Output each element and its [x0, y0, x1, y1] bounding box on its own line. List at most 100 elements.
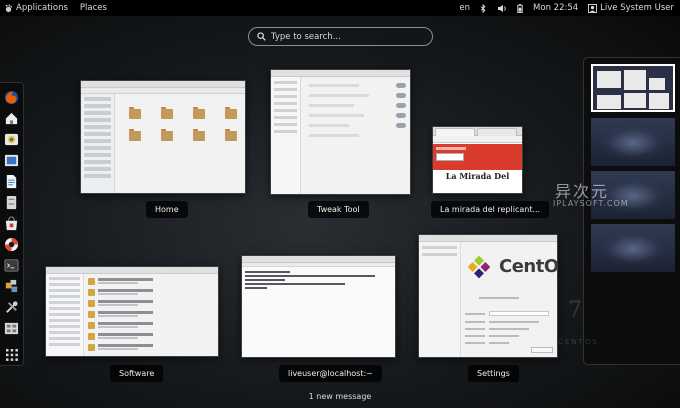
- browser-tabs: [433, 127, 522, 136]
- tools-icon: [6, 300, 18, 313]
- toggle-switch: [396, 93, 406, 98]
- folder-icon: [193, 107, 205, 119]
- dash-terminal[interactable]: [4, 257, 20, 273]
- caption-tweak-tool[interactable]: Tweak Tool: [308, 201, 369, 218]
- firefox-icon: [4, 90, 19, 104]
- bluetooth-icon: [480, 3, 486, 13]
- grid-apps-icon: [4, 322, 19, 334]
- caption-terminal[interactable]: liveuser@localhost:~: [279, 365, 382, 382]
- window-home[interactable]: [80, 80, 246, 194]
- mail-icon: [4, 133, 19, 145]
- list-item: [88, 299, 214, 308]
- folder-icon: [161, 129, 173, 141]
- window-firefox[interactable]: La Mirada Del: [432, 126, 523, 194]
- music-icon: [4, 154, 19, 166]
- folder-icon: [129, 107, 141, 119]
- software-sidebar: [46, 274, 84, 356]
- search-icon: [257, 32, 266, 41]
- volume-icon: [498, 4, 506, 12]
- check-updates-button: [531, 347, 553, 353]
- clock-label: Mon 22:54: [533, 3, 579, 13]
- dash-firefox[interactable]: [4, 89, 20, 105]
- folder-icon: [129, 129, 141, 141]
- show-apps-icon: [5, 349, 18, 361]
- toggle-switch: [396, 123, 406, 128]
- list-item: [88, 343, 214, 352]
- centos-wordmark: CentOS: [499, 256, 558, 277]
- dash-evolution[interactable]: [4, 131, 20, 147]
- dash-install[interactable]: [4, 278, 20, 294]
- window-tweak-tool[interactable]: [270, 69, 411, 195]
- places-menu[interactable]: Places: [80, 3, 107, 13]
- language-indicator[interactable]: en: [459, 3, 470, 13]
- volume-indicator[interactable]: [497, 4, 507, 13]
- window-settings[interactable]: CentOS: [418, 234, 558, 358]
- dash: [0, 82, 24, 366]
- workspace-2[interactable]: [591, 118, 675, 166]
- workspace-switcher: [583, 57, 680, 365]
- show-applications-button[interactable]: [4, 347, 20, 363]
- bluetooth-indicator[interactable]: [480, 3, 487, 13]
- toggle-switch: [396, 83, 406, 88]
- folder-icon: [193, 129, 205, 141]
- tweak-sidebar: [271, 77, 301, 194]
- terminal-icon: [4, 259, 19, 271]
- workspace-1[interactable]: [591, 64, 675, 112]
- user-icon: [588, 3, 598, 13]
- caption-firefox[interactable]: La mirada del replicant...: [431, 201, 550, 218]
- list-item: [88, 288, 214, 297]
- search-input[interactable]: [271, 31, 421, 42]
- dash-rhythmbox[interactable]: [4, 152, 20, 168]
- dash-writer[interactable]: [4, 173, 20, 189]
- caption-software[interactable]: Software: [110, 365, 164, 382]
- battery-icon: [517, 3, 523, 13]
- caption-home[interactable]: Home: [146, 201, 188, 218]
- window-software[interactable]: [45, 266, 219, 357]
- applications-menu[interactable]: Applications: [4, 3, 68, 13]
- file-cabinet-icon: [6, 195, 17, 209]
- dash-files[interactable]: [4, 194, 20, 210]
- search-box[interactable]: [248, 27, 433, 46]
- folder-icon: [161, 107, 173, 119]
- lifebuoy-icon: [4, 237, 19, 251]
- places-label: Places: [79, 3, 107, 13]
- list-item: [88, 277, 214, 286]
- document-icon: [6, 174, 17, 188]
- centos-logo-icon: [467, 255, 491, 279]
- software-bag-icon: [5, 215, 18, 230]
- dash-home[interactable]: [4, 110, 20, 126]
- dash-utilities[interactable]: [4, 299, 20, 315]
- clock[interactable]: Mon 22:54: [533, 3, 578, 13]
- user-menu[interactable]: Live System User: [588, 3, 674, 13]
- home-icon: [5, 112, 18, 124]
- toggle-switch: [396, 103, 406, 108]
- list-item: [88, 321, 214, 330]
- dash-screenshot[interactable]: [4, 320, 20, 336]
- settings-sidebar: [419, 242, 461, 357]
- window-terminal[interactable]: [241, 255, 396, 358]
- top-bar: Applications Places en Mon 22:54 Live Sy…: [0, 0, 680, 16]
- list-item: [88, 310, 214, 319]
- battery-indicator[interactable]: [517, 3, 523, 13]
- dash-help[interactable]: [4, 236, 20, 252]
- install-icon: [5, 279, 18, 292]
- workspace-4[interactable]: [591, 224, 675, 272]
- folder-icon: [225, 129, 237, 141]
- caption-settings[interactable]: Settings: [468, 365, 519, 382]
- language-label: en: [459, 3, 471, 13]
- dash-software[interactable]: [4, 215, 20, 231]
- page-heading: La Mirada Del: [445, 171, 510, 181]
- message-tray-notice[interactable]: 1 new message: [0, 392, 680, 401]
- page-banner: [433, 144, 522, 170]
- toggle-switch: [396, 113, 406, 118]
- files-sidebar: [81, 94, 115, 193]
- folder-icon: [225, 107, 237, 119]
- gnome-foot-icon: [5, 4, 13, 12]
- watermark-os: CENTOS: [558, 338, 599, 346]
- applications-label: Applications: [16, 3, 68, 13]
- list-item: [88, 332, 214, 341]
- user-label: Live System User: [600, 3, 674, 13]
- watermark-en: IPLAYSOFT.COM: [553, 199, 629, 208]
- url-bar: [433, 136, 522, 143]
- watermark-version: 7: [568, 298, 582, 323]
